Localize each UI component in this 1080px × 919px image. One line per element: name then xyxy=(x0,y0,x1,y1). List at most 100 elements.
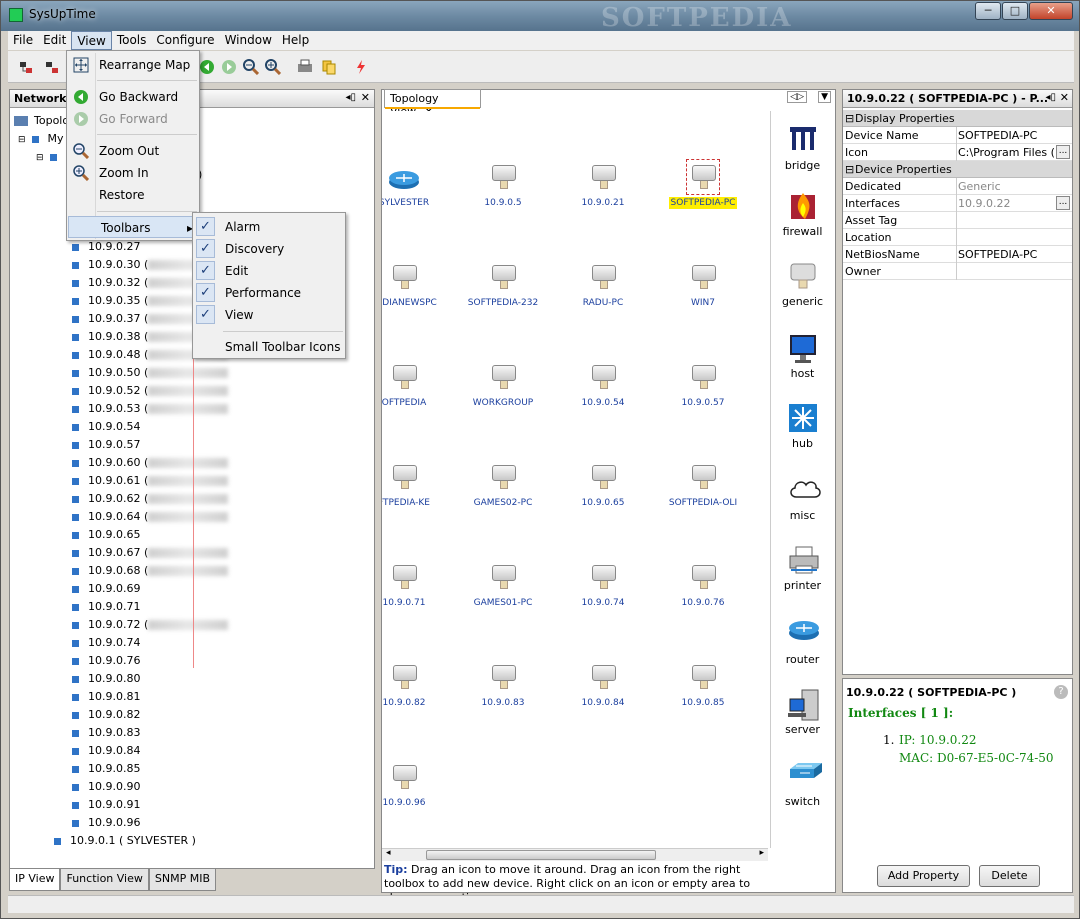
property-value[interactable]: SOFTPEDIA-PC xyxy=(958,248,1068,261)
toolbar-toggle-item[interactable]: ✓ Edit xyxy=(193,260,345,282)
device-node[interactable]: 10.9.0.5 xyxy=(453,163,553,209)
tab-list-icon[interactable]: ▼ xyxy=(818,91,831,103)
device-node[interactable]: 10.9.0.21 xyxy=(553,163,653,209)
menu-help[interactable]: Help xyxy=(277,31,314,50)
tab-topology-view[interactable]: Topology View✕ xyxy=(384,89,481,118)
palette-switch[interactable]: switch xyxy=(771,761,834,808)
tree-host[interactable]: 10.9.0.52 ( xyxy=(72,384,229,397)
tree-host[interactable]: 10.9.0.71 xyxy=(72,600,140,613)
device-node[interactable]: 10.9.0.83 xyxy=(453,663,553,709)
scroll-left-icon[interactable]: ◂ xyxy=(386,848,391,858)
device-node[interactable]: PEDIANEWSPC xyxy=(382,263,454,309)
delete-button[interactable]: Delete xyxy=(979,865,1040,887)
tree-host[interactable]: 10.9.0.68 ( xyxy=(72,564,229,577)
toolbar-toggle-item[interactable]: ✓ Discovery xyxy=(193,238,345,260)
discover-icon[interactable] xyxy=(18,59,34,75)
menu-file[interactable]: File xyxy=(8,31,38,50)
tree-host[interactable]: 10.9.0.54 xyxy=(72,420,140,433)
view-menu-item[interactable]: Go Backward xyxy=(67,86,199,108)
tree-host[interactable]: 10.9.0.27 xyxy=(72,240,140,253)
device-node[interactable]: 10.9.0.54 xyxy=(553,363,653,409)
ellipsis-button[interactable]: ... xyxy=(1056,196,1070,210)
device-node[interactable]: SOFTPEDIA-232 xyxy=(453,263,553,309)
palette-misc[interactable]: misc xyxy=(771,475,834,522)
tree-host[interactable]: 10.9.0.96 xyxy=(72,816,140,829)
zoom-out-toolbar-icon[interactable] xyxy=(243,59,259,75)
view-menu-item[interactable]: Zoom Out xyxy=(67,140,199,162)
device-node[interactable]: 10.9.0.84 xyxy=(553,663,653,709)
tree-host[interactable]: 10.9.0.90 xyxy=(72,780,140,793)
tree-root[interactable]: Topolo xyxy=(14,114,69,127)
toolbar-toggle-item[interactable]: ✓ View xyxy=(193,304,345,326)
tree-child[interactable]: ⊟ My xyxy=(18,132,64,145)
collapse-icon[interactable]: ⊟ xyxy=(18,135,26,145)
property-row[interactable]: Owner xyxy=(843,263,1072,280)
tree-host[interactable]: 10.9.0.91 xyxy=(72,798,140,811)
device-node[interactable]: GAMES01-PC xyxy=(453,563,553,609)
device-node[interactable]: SOFTPEDIA-OLI xyxy=(653,463,753,509)
tree-host[interactable]: 10.9.0.76 xyxy=(72,654,140,667)
palette-generic[interactable]: generic xyxy=(771,261,834,308)
device-node[interactable]: 10.9.0.82 xyxy=(382,663,454,709)
property-row[interactable]: Device Name SOFTPEDIA-PC xyxy=(843,127,1072,144)
topology-canvas[interactable]: SYLVESTER 10.9.0.5 10.9.0.21 SOFTPEDIA-PC PE… xyxy=(382,111,768,848)
palette-firewall[interactable]: firewall xyxy=(771,191,834,238)
add-property-button[interactable]: Add Property xyxy=(877,865,970,887)
panel-close-icon[interactable]: ✕ xyxy=(361,91,370,104)
tree-host[interactable]: 10.9.0.80 xyxy=(72,672,140,685)
toolbar-toggle-item[interactable]: ✓ Alarm xyxy=(193,216,345,238)
help-icon[interactable]: ? xyxy=(1054,685,1068,699)
view-menu-item[interactable]: Toolbars ▸ xyxy=(68,216,198,238)
forward-toolbar-icon[interactable] xyxy=(221,59,237,75)
device-node[interactable]: 10.9.0.71 xyxy=(382,563,454,609)
tree-host[interactable]: 10.9.0.61 ( xyxy=(72,474,229,487)
device-node[interactable]: 10.9.0.96 xyxy=(382,763,454,809)
property-value[interactable]: Generic xyxy=(958,180,1068,193)
scroll-right-icon[interactable]: ▸ xyxy=(759,848,764,858)
property-row[interactable]: Interfaces 10.9.0.22... xyxy=(843,195,1072,212)
tree-host[interactable]: 10.9.0.57 xyxy=(72,438,140,451)
close-button[interactable]: ✕ xyxy=(1029,2,1073,20)
device-node[interactable]: 10.9.0.74 xyxy=(553,563,653,609)
minimize-button[interactable]: ─ xyxy=(975,2,1001,20)
toolbar-toggle-item[interactable]: Small Toolbar Icons xyxy=(193,336,345,358)
collapse-icon[interactable]: ⊟ xyxy=(845,112,854,125)
device-node[interactable]: WORKGROUP xyxy=(453,363,553,409)
tree-host[interactable]: 10.9.0.81 xyxy=(72,690,140,703)
menu-edit[interactable]: Edit xyxy=(38,31,71,50)
property-row[interactable]: Icon C:\Program Files (...... xyxy=(843,144,1072,161)
alarm-icon[interactable] xyxy=(353,59,369,75)
tree-host[interactable]: 10.9.0.74 xyxy=(72,636,140,649)
back-toolbar-icon[interactable] xyxy=(199,59,215,75)
tab-ip-view[interactable]: IP View xyxy=(9,869,61,891)
menu-configure[interactable]: Configure xyxy=(151,31,219,50)
tree-host[interactable]: 10.9.0.67 ( xyxy=(72,546,229,559)
device-node[interactable]: GAMES02-PC xyxy=(453,463,553,509)
tab-snmp-mib[interactable]: SNMP MIB xyxy=(148,869,216,891)
device-node[interactable]: WIN7 xyxy=(653,263,753,309)
tree-host[interactable]: 10.9.0.85 xyxy=(72,762,140,775)
palette-bridge[interactable]: bridge xyxy=(771,125,834,172)
menu-window[interactable]: Window xyxy=(220,31,277,50)
tree-host[interactable]: 10.9.0.53 ( xyxy=(72,402,229,415)
property-group[interactable]: ⊟ Device Properties xyxy=(843,161,1072,178)
view-menu-item[interactable]: Rearrange Map xyxy=(67,54,199,76)
maximize-button[interactable]: □ xyxy=(1002,2,1028,20)
device-node[interactable]: 10.9.0.85 xyxy=(653,663,753,709)
property-group[interactable]: ⊟ Display Properties xyxy=(843,110,1072,127)
property-row[interactable]: Asset Tag xyxy=(843,212,1072,229)
device-node[interactable]: RADU-PC xyxy=(553,263,653,309)
tree-host[interactable]: 10.9.0.64 ( xyxy=(72,510,229,523)
property-row[interactable]: Location xyxy=(843,229,1072,246)
device-node[interactable]: 10.9.0.76 xyxy=(653,563,753,609)
menu-tools[interactable]: Tools xyxy=(112,31,152,50)
toolbar-toggle-item[interactable]: ✓ Performance xyxy=(193,282,345,304)
property-value[interactable]: 10.9.0.22 xyxy=(958,197,1068,210)
zoom-in-toolbar-icon[interactable] xyxy=(265,59,281,75)
horizontal-scrollbar[interactable]: ◂ ▸ xyxy=(382,848,768,861)
tree-host[interactable]: 10.9.0.72 ( xyxy=(72,618,229,631)
panel-menu-icon[interactable]: ◂▯ xyxy=(345,92,356,103)
scroll-thumb[interactable] xyxy=(426,850,656,860)
property-value[interactable]: C:\Program Files (... xyxy=(958,146,1068,159)
view-menu-item[interactable]: Zoom In xyxy=(67,162,199,184)
